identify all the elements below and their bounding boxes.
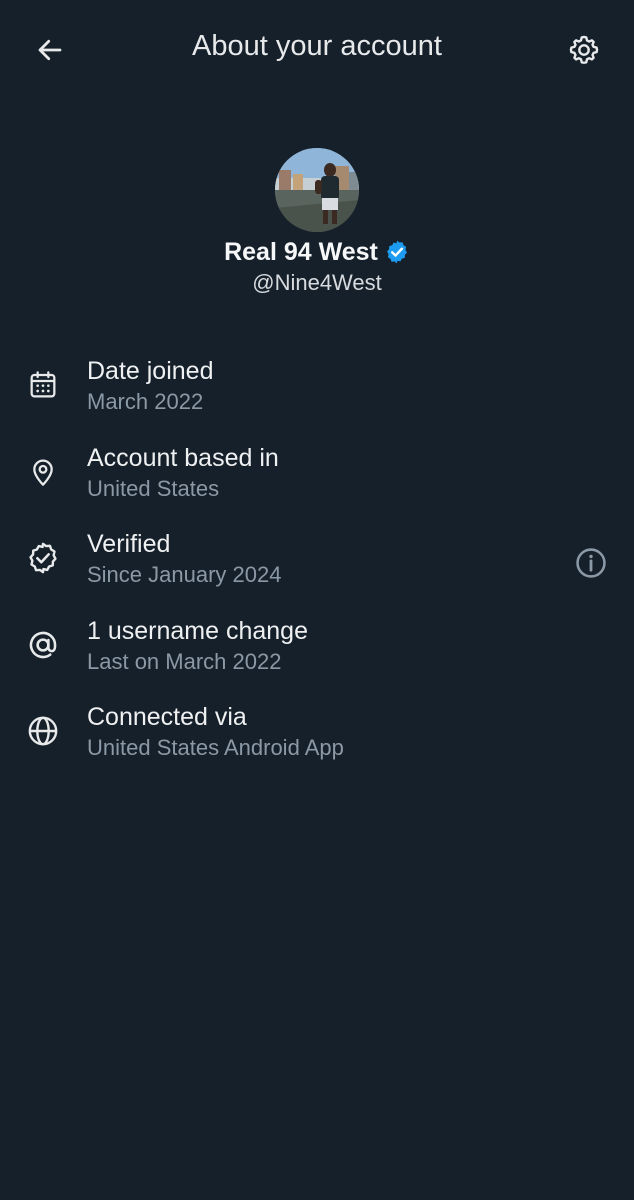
display-name-row: Real 94 West [0,235,634,269]
settings-button[interactable] [560,28,608,72]
top-app-bar: About your account [0,0,634,100]
location-pin-icon [24,453,62,491]
info-row-date-joined: Date joined March 2022 [0,352,634,439]
verified-info-button[interactable] [570,542,612,584]
info-row-verified: Verified Since January 2024 [0,525,634,612]
info-circle-icon [576,548,606,578]
verified-badge-icon [24,539,62,577]
at-sign-icon [24,626,62,664]
info-label: Verified [87,530,171,558]
info-value: March 2022 [87,389,204,414]
avatar-photo [275,148,359,232]
info-label: Account based in [87,443,279,472]
info-row-account-based-in: Account based in United States [0,439,634,526]
account-info-list: Date joined March 2022 Account based in … [0,352,634,785]
gear-icon [569,35,599,64]
info-label: 1 username change [87,616,308,645]
info-value: Last on March 2022 [87,648,282,674]
info-label: Connected via [87,703,247,731]
info-label: Date joined [87,357,214,385]
info-row-connected-via: Connected via United States Android App [0,698,634,785]
globe-icon [24,712,62,750]
calendar-icon [24,366,62,404]
info-value: United States Android App [87,735,344,760]
verified-checkmark-icon [386,240,407,264]
profile-summary: Real 94 West @Nine4West [0,148,634,296]
info-value: United States [87,475,220,501]
page-title: About your account [192,30,442,62]
info-value: Since January 2024 [87,562,282,587]
username-handle: @Nine4West [252,270,382,295]
avatar[interactable] [275,148,359,232]
info-row-username-changes: 1 username change Last on March 2022 [0,612,634,699]
display-name: Real 94 West [224,237,378,266]
